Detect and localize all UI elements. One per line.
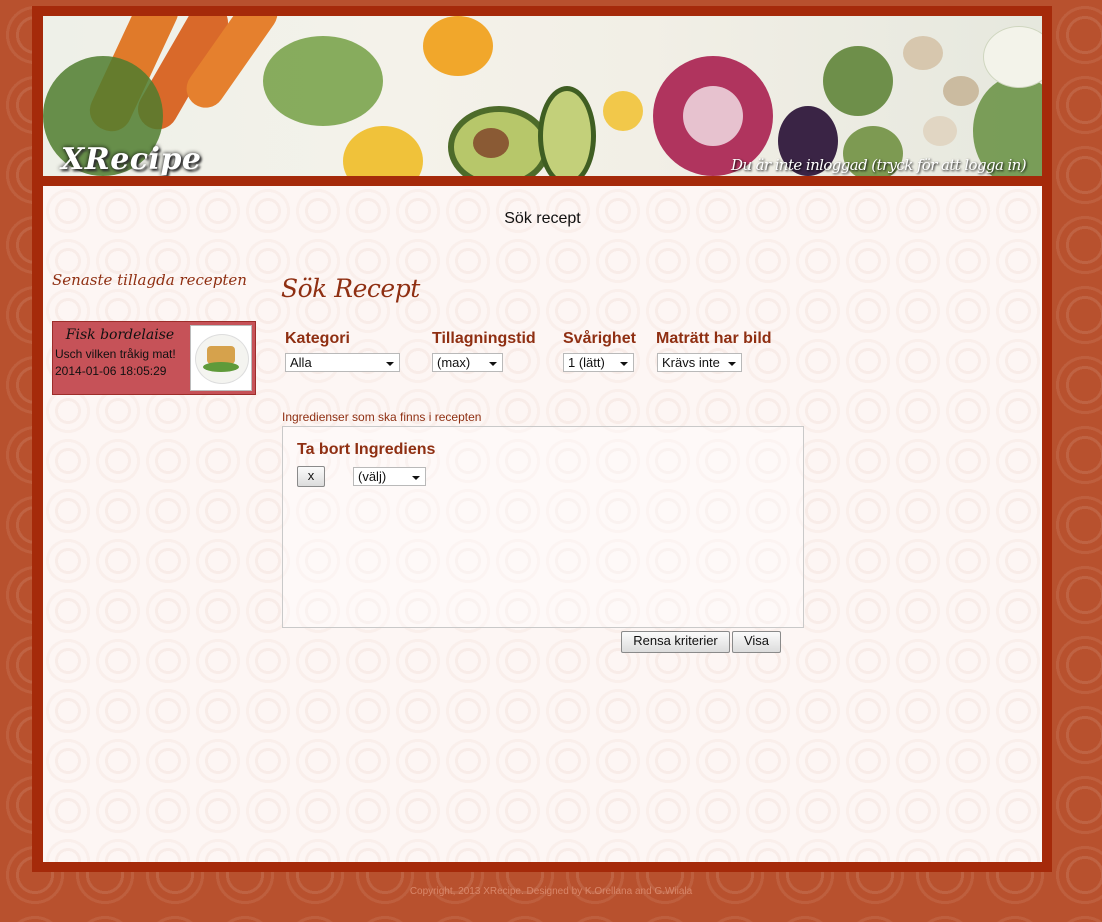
- avocado-seed-image: [473, 128, 509, 158]
- category-label: Kategori: [285, 330, 350, 347]
- chevron-down-icon: [386, 362, 394, 366]
- page-heading: Sök recept: [504, 210, 581, 227]
- clear-criteria-button[interactable]: Rensa kriterier: [621, 631, 730, 653]
- latest-recipes-title: Senaste tillagda recepten: [52, 271, 247, 289]
- footer-copyright: Copyright, 2013 XRecipe. Designed by K.O…: [409, 886, 693, 897]
- mushroom-image: [903, 36, 943, 70]
- difficulty-value: 1 (lätt): [568, 355, 605, 370]
- recipe-thumbnail: [190, 325, 252, 391]
- fennel-image: [983, 26, 1042, 88]
- site-logo[interactable]: XRecipe: [61, 142, 202, 176]
- recipe-date: 2014-01-06 18:05:29: [55, 364, 167, 378]
- ingredient-select[interactable]: (välj): [353, 467, 426, 486]
- category-value: Alla: [290, 355, 312, 370]
- recipe-name: Fisk bordelaise: [65, 327, 175, 343]
- cook-time-value: (max): [437, 355, 471, 370]
- remove-ingredient-label: Ta bort Ingrediens: [297, 441, 436, 458]
- latest-recipe-card[interactable]: Fisk bordelaise Usch vilken tråkig mat! …: [52, 321, 256, 395]
- has-image-select[interactable]: Krävs inte: [657, 353, 742, 372]
- show-button[interactable]: Visa: [732, 631, 781, 653]
- search-title: Sök Recept: [281, 274, 420, 303]
- artichoke-image: [823, 46, 893, 116]
- chevron-down-icon: [489, 362, 497, 366]
- mushroom-image: [923, 116, 957, 146]
- login-link[interactable]: Du är inte inloggad (tryck för att logga…: [731, 156, 1027, 174]
- garnish-image: [203, 362, 239, 372]
- chevron-down-icon: [728, 362, 736, 366]
- chevron-down-icon: [412, 476, 420, 480]
- category-select[interactable]: Alla: [285, 353, 400, 372]
- remove-ingredient-button[interactable]: x: [297, 466, 325, 487]
- herb-image: [263, 36, 383, 126]
- has-image-value: Krävs inte: [662, 355, 720, 370]
- physalis-image: [603, 91, 643, 131]
- mushroom-image: [943, 76, 979, 106]
- recipe-description: Usch vilken tråkig mat!: [55, 347, 176, 361]
- cook-time-label: Tillagningstid: [432, 330, 536, 347]
- avocado-image: [538, 86, 596, 176]
- header-banner: XRecipe Du är inte inloggad (tryck för a…: [43, 16, 1042, 176]
- cabbage-inner-image: [683, 86, 743, 146]
- ingredients-caption: Ingredienser som ska finns i recepten: [282, 410, 482, 424]
- main-content: Sök recept Senaste tillagda recepten Fis…: [43, 186, 1042, 862]
- pepper-image: [343, 126, 423, 176]
- flower-image: [423, 16, 493, 76]
- ingredients-box: Ta bort Ingrediens x (välj): [282, 426, 804, 628]
- cook-time-select[interactable]: (max): [432, 353, 503, 372]
- ingredient-value: (välj): [358, 469, 387, 484]
- difficulty-label: Svårighet: [563, 330, 636, 347]
- chevron-down-icon: [620, 362, 628, 366]
- difficulty-select[interactable]: 1 (lätt): [563, 353, 634, 372]
- has-image-label: Maträtt har bild: [656, 330, 772, 347]
